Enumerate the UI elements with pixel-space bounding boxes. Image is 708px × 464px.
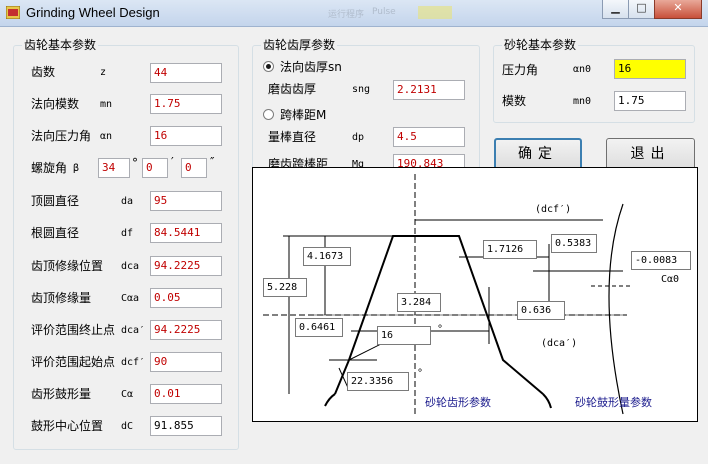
maximize-icon: □ bbox=[636, 1, 647, 14]
normal-module-symbol: mn bbox=[100, 99, 113, 110]
dcf-label: (dcf′) bbox=[535, 204, 572, 215]
wheel-basic-title: 砂轮基本参数 bbox=[502, 38, 579, 52]
wheel-profile-diagram: (dcf′) (dca′) 4.1673 1.7126 0.5383 -0.00… bbox=[252, 167, 698, 422]
dim-0-636: 0.636 bbox=[517, 301, 565, 320]
grind-thickness-label: 磨齿齿厚 bbox=[268, 82, 317, 96]
dim-0-6461: 0.6461 bbox=[295, 318, 343, 337]
pin-diameter-label: 量棒直径 bbox=[268, 130, 317, 144]
teeth-count-field[interactable]: 44 bbox=[150, 63, 222, 83]
wheel-basic-group: 砂轮基本参数 bbox=[493, 38, 695, 123]
normal-pressure-angle-field[interactable]: 16 bbox=[150, 126, 222, 146]
tip-relief-position-label: 齿顶修缘位置 bbox=[31, 259, 104, 273]
normal-thickness-radio[interactable] bbox=[263, 61, 274, 72]
dim-3-284: 3.284 bbox=[397, 293, 441, 312]
normal-pressure-angle-symbol: αn bbox=[100, 131, 113, 142]
minimize-button[interactable]: ▁ bbox=[602, 0, 629, 19]
minimize-icon: ▁ bbox=[611, 1, 620, 14]
dim-5-228: 5.228 bbox=[263, 278, 307, 297]
normal-module-field[interactable]: 1.75 bbox=[150, 94, 222, 114]
profile-crowning-symbol: Cα bbox=[121, 389, 134, 400]
background-highlight bbox=[418, 6, 452, 19]
helix-minutes-field[interactable]: 0 bbox=[142, 158, 168, 178]
helix-degrees-field[interactable]: 34 bbox=[98, 158, 130, 178]
tooth-thickness-title: 齿轮齿厚参数 bbox=[261, 38, 338, 52]
dim-4-1673: 4.1673 bbox=[303, 247, 351, 266]
wheel-module-field[interactable]: 1.75 bbox=[614, 91, 686, 111]
teeth-count-label: 齿数 bbox=[31, 65, 56, 79]
tip-diameter-label: 顶圆直径 bbox=[31, 194, 80, 208]
tip-relief-amount-field[interactable]: 0.05 bbox=[150, 288, 222, 308]
eval-range-start-field[interactable]: 90 bbox=[150, 352, 222, 372]
crowning-center-label: 鼓形中心位置 bbox=[31, 419, 104, 433]
crowning-center-field[interactable]: 91.855 bbox=[150, 416, 222, 436]
span-measurement-radio[interactable] bbox=[263, 109, 274, 120]
helix-seconds-field[interactable]: 0 bbox=[181, 158, 207, 178]
wheel-module-label: 模数 bbox=[502, 94, 527, 108]
wheel-pressure-angle-field[interactable]: 16 bbox=[614, 59, 686, 79]
tip-diameter-symbol: da bbox=[121, 196, 134, 207]
dim-1-7126: 1.7126 bbox=[483, 240, 537, 259]
eval-range-end-label: 评价范围终止点 bbox=[31, 323, 116, 337]
close-icon: ✕ bbox=[673, 1, 683, 14]
root-diameter-field[interactable]: 84.5441 bbox=[150, 223, 222, 243]
root-diameter-symbol: df bbox=[121, 228, 134, 239]
angle-22-3356: 22.3356 bbox=[347, 372, 409, 391]
angle-22-degree: ° bbox=[417, 368, 424, 379]
diagram-drawing bbox=[263, 174, 631, 415]
tip-diameter-field[interactable]: 95 bbox=[150, 191, 222, 211]
span-measurement-option-label: 跨棒距M bbox=[280, 108, 327, 122]
wheel-crown-caption: 砂轮鼓形量参数 bbox=[575, 396, 652, 409]
maximize-button[interactable]: □ bbox=[628, 0, 655, 19]
tip-relief-position-field[interactable]: 94.2225 bbox=[150, 256, 222, 276]
normal-module-label: 法向模数 bbox=[31, 97, 80, 111]
dca-label: (dca′) bbox=[541, 338, 578, 349]
pin-diameter-field[interactable]: 4.5 bbox=[393, 127, 465, 147]
pin-diameter-symbol: dp bbox=[352, 132, 365, 143]
background-text: 运行程序 bbox=[328, 10, 365, 20]
teeth-count-symbol: z bbox=[100, 67, 107, 78]
title-bar[interactable]: Grinding Wheel Design 运行程序 Pulse ▁ □ ✕ bbox=[0, 0, 708, 27]
crowning-center-symbol: dC bbox=[121, 421, 134, 432]
tip-relief-amount-label: 齿顶修缘量 bbox=[31, 291, 92, 305]
ca0-label: Cα0 bbox=[661, 274, 680, 285]
profile-crowning-field[interactable]: 0.01 bbox=[150, 384, 222, 404]
second-mark: ″ bbox=[210, 155, 215, 169]
grind-thickness-symbol: sng bbox=[352, 84, 371, 95]
eval-range-end-symbol: dca′ bbox=[121, 325, 146, 336]
normal-thickness-option-label: 法向齿厚sn bbox=[280, 60, 342, 74]
window-title: Grinding Wheel Design bbox=[26, 5, 160, 20]
wheel-pressure-angle-label: 压力角 bbox=[502, 63, 539, 77]
eval-range-end-field[interactable]: 94.2225 bbox=[150, 320, 222, 340]
angle-16-degree: ° bbox=[437, 324, 444, 335]
helix-angle-symbol: β bbox=[73, 163, 80, 174]
eval-range-start-symbol: dcf′ bbox=[121, 357, 146, 368]
angle-16: 16 bbox=[377, 326, 431, 345]
degree-mark: ° bbox=[132, 156, 138, 170]
dim-0-5383: 0.5383 bbox=[551, 234, 597, 253]
dim-neg-0-0083: -0.0083 bbox=[631, 251, 691, 270]
tip-relief-position-symbol: dca bbox=[121, 261, 140, 272]
wheel-profile-caption: 砂轮齿形参数 bbox=[425, 396, 491, 409]
helix-angle-label: 螺旋角 bbox=[31, 161, 68, 175]
root-diameter-label: 根圆直径 bbox=[31, 226, 80, 240]
eval-range-start-label: 评价范围起始点 bbox=[31, 355, 116, 369]
close-button[interactable]: ✕ bbox=[654, 0, 702, 19]
minute-mark: ′ bbox=[171, 155, 174, 169]
app-icon bbox=[6, 6, 20, 19]
normal-pressure-angle-label: 法向压力角 bbox=[31, 129, 92, 143]
profile-crowning-label: 齿形鼓形量 bbox=[31, 387, 92, 401]
tip-relief-amount-symbol: Cαa bbox=[121, 293, 140, 304]
grind-thickness-field[interactable]: 2.2131 bbox=[393, 80, 465, 100]
wheel-module-symbol: mn0 bbox=[573, 96, 592, 107]
wheel-pressure-angle-symbol: αn0 bbox=[573, 64, 592, 75]
background-text: Pulse bbox=[372, 7, 396, 17]
gear-basic-title: 齿轮基本参数 bbox=[22, 38, 99, 52]
